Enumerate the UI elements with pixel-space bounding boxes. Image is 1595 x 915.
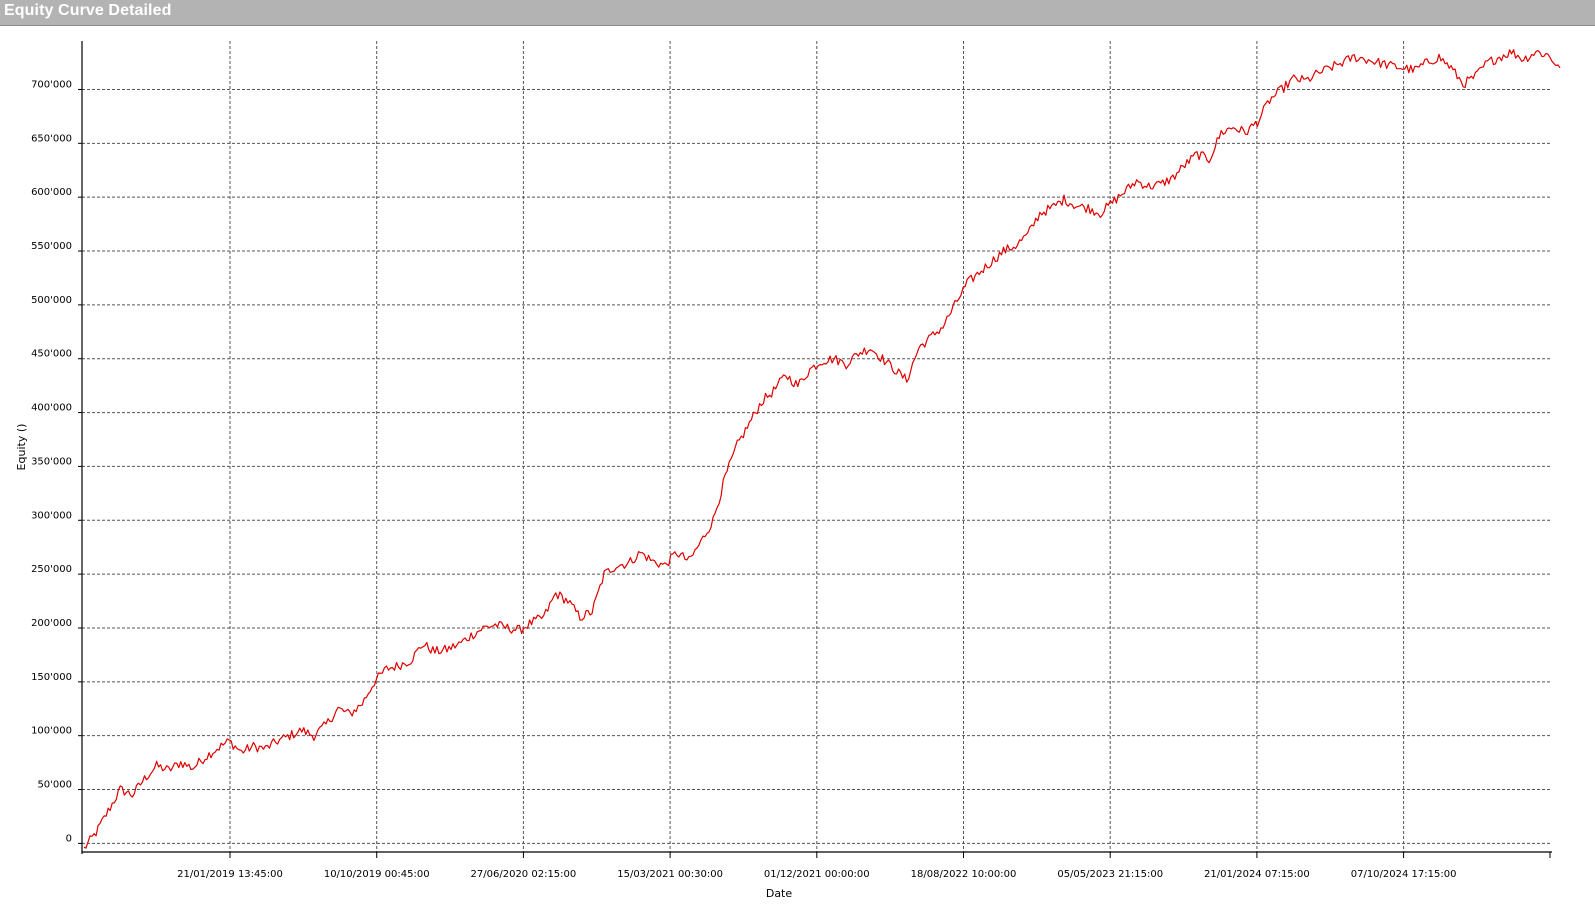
- chart-area: 0 50'000 100'000 150'000 200'000 250'000 300'0…: [0, 27, 1595, 915]
- y-tick-label: 500'000: [31, 295, 72, 306]
- y-tick-label: 700'000: [31, 79, 72, 90]
- x-tick-label: 05/05/2023 21:15:00: [1057, 869, 1163, 880]
- y-tick-label: 400'000: [31, 403, 72, 414]
- y-axis-title: Equity (): [15, 424, 28, 471]
- x-tick-label: 18/08/2022 10:00:00: [911, 869, 1017, 880]
- x-axis-title: Date: [766, 887, 793, 900]
- y-tick-label: 550'000: [31, 241, 72, 252]
- window-title: Equity Curve Detailed: [4, 2, 172, 19]
- x-tick-label: 15/03/2021 00:30:00: [617, 869, 723, 880]
- y-tick-label: 450'000: [31, 349, 72, 360]
- y-tick-label: 650'000: [31, 133, 72, 144]
- series-layer: [83, 49, 1561, 849]
- x-tick-label: 10/10/2019 00:45:00: [324, 869, 430, 880]
- x-tick-label: 27/06/2020 02:15:00: [471, 869, 577, 880]
- x-tick-label: 01/12/2021 00:00:00: [764, 869, 870, 880]
- equity-series-line: [83, 49, 1561, 849]
- equity-chart: 0 50'000 100'000 150'000 200'000 250'000 300'0…: [15, 41, 1561, 900]
- x-tick-label: 21/01/2019 13:45:00: [177, 869, 283, 880]
- y-tick-label: 150'000: [31, 672, 72, 683]
- equity-curve-window: Equity Curve Detailed 0 50'000 100'000 150'…: [0, 0, 1595, 915]
- y-tick-label: 50'000: [37, 780, 72, 791]
- y-tick-label: 0: [66, 833, 72, 844]
- y-tick-label: 600'000: [31, 187, 72, 198]
- y-tick-label: 100'000: [31, 726, 72, 737]
- tick-label-layer: 0 50'000 100'000 150'000 200'000 250'000 300'0…: [31, 79, 1456, 880]
- y-tick-label: 200'000: [31, 618, 72, 629]
- y-tick-label: 350'000: [31, 456, 72, 467]
- x-tick-label: 07/10/2024 17:15:00: [1351, 869, 1457, 880]
- y-tick-label: 300'000: [31, 510, 72, 521]
- y-tick-label: 250'000: [31, 564, 72, 575]
- title-bar: Equity Curve Detailed: [0, 0, 1595, 26]
- x-tick-label: 21/01/2024 07:15:00: [1204, 869, 1310, 880]
